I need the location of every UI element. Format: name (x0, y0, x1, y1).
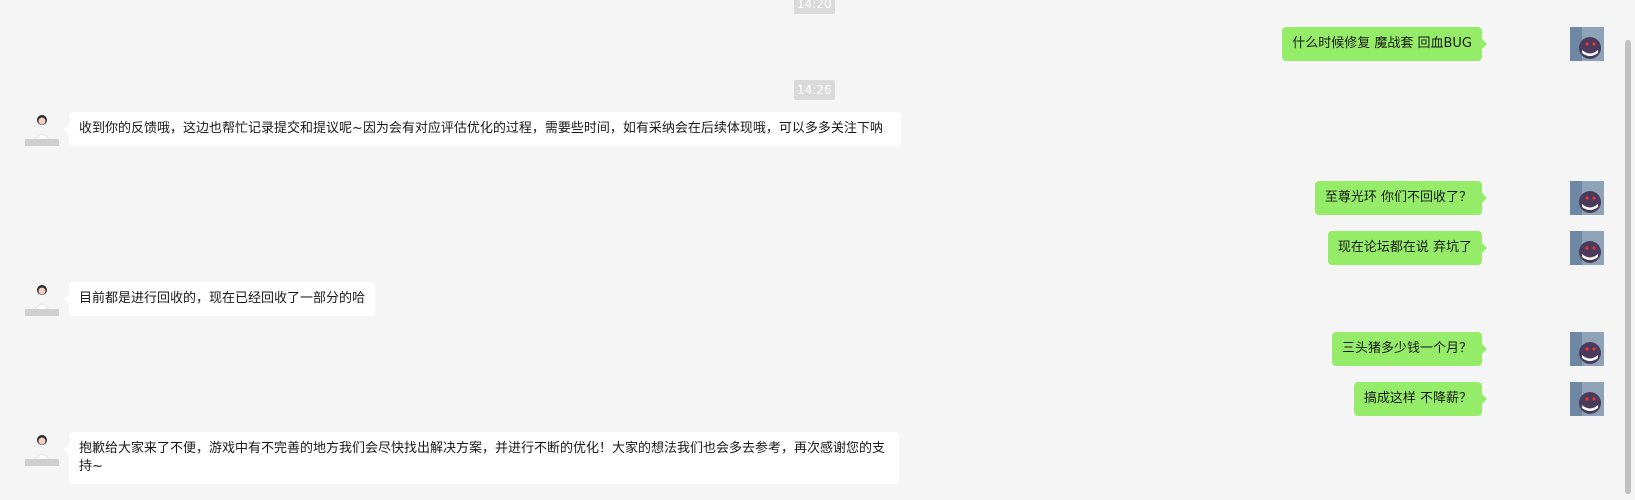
outgoing-message-bubble[interactable]: 搞成这样 不降薪？ (1353, 382, 1488, 416)
outgoing-message-bubble[interactable]: 现在论坛都在说 弃坑了 (1327, 231, 1488, 265)
support-avatar-icon[interactable] (25, 282, 59, 316)
user-avatar-icon[interactable] (1570, 332, 1604, 366)
support-avatar-icon[interactable] (25, 112, 59, 146)
outgoing-message-bubble[interactable]: 什么时候修复 魔战套 回血BUG (1282, 27, 1487, 61)
scrollbar-thumb[interactable] (1625, 40, 1631, 494)
scrollbar-track[interactable] (1620, 0, 1635, 500)
user-avatar-icon[interactable] (1570, 382, 1604, 416)
timestamp: 14:20 (794, 0, 835, 14)
user-avatar-icon[interactable] (1570, 181, 1604, 215)
user-avatar-icon[interactable] (1570, 231, 1604, 265)
incoming-message-bubble[interactable]: 收到你的反馈哦，这边也帮忙记录提交和提议呢~因为会有对应评估优化的过程，需要些时… (64, 112, 901, 146)
support-avatar-icon[interactable] (25, 432, 59, 466)
incoming-message-bubble[interactable]: 目前都是进行回收的，现在已经回收了一部分的哈 (63, 282, 376, 316)
outgoing-message-bubble[interactable]: 至尊光环 你们不回收了？ (1314, 181, 1488, 215)
chat-message-list[interactable]: 14:20 什么时候修复 魔战套 回血BUG 14:26 收到你的反馈哦，这边也… (0, 0, 1620, 500)
user-avatar-icon[interactable] (1570, 27, 1604, 61)
incoming-message-bubble[interactable]: 抱歉给大家来了不便，游戏中有不完善的地方我们会尽快找出解决方案，并进行不断的优化… (64, 432, 899, 484)
outgoing-message-bubble[interactable]: 三头猪多少钱一个月？ (1331, 332, 1488, 366)
timestamp: 14:26 (794, 80, 835, 100)
